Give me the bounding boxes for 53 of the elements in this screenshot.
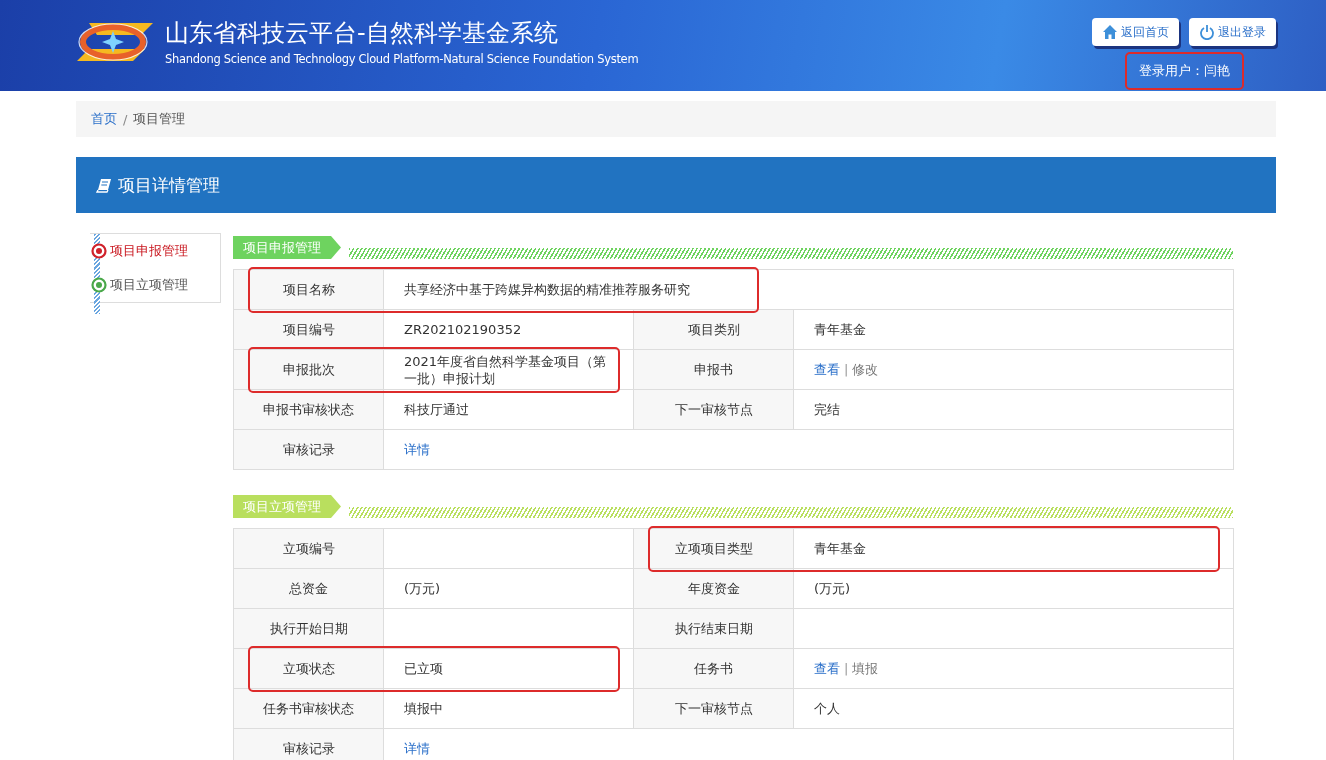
value-cell: (万元) bbox=[793, 568, 1234, 609]
login-user-label: 登录用户：闫艳 bbox=[1138, 62, 1230, 80]
site-subtitle: Shandong Science and Technology Cloud Platform-Natural Science Foundation System bbox=[165, 51, 639, 67]
field-label: 下一审核节点 bbox=[633, 389, 794, 430]
field-label: 申报批次 bbox=[233, 349, 384, 390]
link[interactable]: 修改 bbox=[852, 362, 879, 377]
value-cell: 科技厅通过 bbox=[383, 389, 634, 430]
value-cell: 2021年度省自然科学基金项目（第一批）申报计划 bbox=[383, 349, 634, 390]
house-icon bbox=[1102, 24, 1118, 40]
value-cell: ZR202102190352 bbox=[383, 309, 634, 350]
book-icon bbox=[96, 177, 112, 193]
field-label: 任务书审核状态 bbox=[233, 688, 384, 729]
field-label: 立项项目类型 bbox=[633, 528, 794, 569]
field-label: 执行开始日期 bbox=[233, 608, 384, 649]
field-label: 任务书 bbox=[633, 648, 794, 689]
field-label: 总资金 bbox=[233, 568, 384, 609]
value-cell: 完结 bbox=[793, 389, 1234, 430]
breadcrumb-current: 项目管理 bbox=[133, 110, 186, 128]
value-cell: 青年基金 bbox=[793, 528, 1234, 569]
link[interactable]: 详情 bbox=[404, 442, 430, 457]
link-separator: | bbox=[844, 362, 849, 377]
value-cell: 已立项 bbox=[383, 648, 634, 689]
power-icon bbox=[1199, 24, 1215, 40]
section-tag: 项目申报管理 bbox=[233, 236, 341, 259]
field-label: 项目类别 bbox=[633, 309, 794, 350]
link[interactable]: 详情 bbox=[404, 741, 430, 756]
field-label: 立项状态 bbox=[233, 648, 384, 689]
breadcrumb-separator: / bbox=[123, 111, 128, 127]
field-label: 执行结束日期 bbox=[633, 608, 794, 649]
breadcrumb-link[interactable]: 首页 bbox=[91, 110, 117, 128]
link[interactable]: 填报 bbox=[852, 661, 879, 676]
field-label: 申报书审核状态 bbox=[233, 389, 384, 430]
site-title: 山东省科技云平台-自然科学基金系统 bbox=[165, 18, 559, 49]
sidebar-item[interactable]: 项目立项管理 bbox=[90, 276, 220, 294]
field-label: 申报书 bbox=[633, 349, 794, 390]
value-cell: 共享经济中基于跨媒异构数据的精准推荐服务研究 bbox=[383, 269, 1234, 310]
logout-button[interactable]: 退出登录 bbox=[1189, 18, 1276, 46]
value-cell: 填报中 bbox=[383, 688, 634, 729]
field-label: 立项编号 bbox=[233, 528, 384, 569]
value-cell: (万元) bbox=[383, 568, 634, 609]
field-label: 项目名称 bbox=[233, 269, 384, 310]
value-cell: 青年基金 bbox=[793, 309, 1234, 350]
link-separator: | bbox=[844, 661, 849, 676]
link[interactable]: 查看 bbox=[814, 362, 840, 377]
link[interactable]: 查看 bbox=[814, 661, 840, 676]
field-label: 下一审核节点 bbox=[633, 688, 794, 729]
value-cell: 个人 bbox=[793, 688, 1234, 729]
field-label: 审核记录 bbox=[233, 429, 384, 470]
home-button[interactable]: 返回首页 bbox=[1092, 18, 1179, 46]
section-tag: 项目立项管理 bbox=[233, 495, 341, 518]
field-label: 审核记录 bbox=[233, 728, 384, 760]
sidebar-item[interactable]: 项目申报管理 bbox=[90, 242, 220, 260]
panel-title: 项目详情管理 bbox=[118, 173, 220, 197]
